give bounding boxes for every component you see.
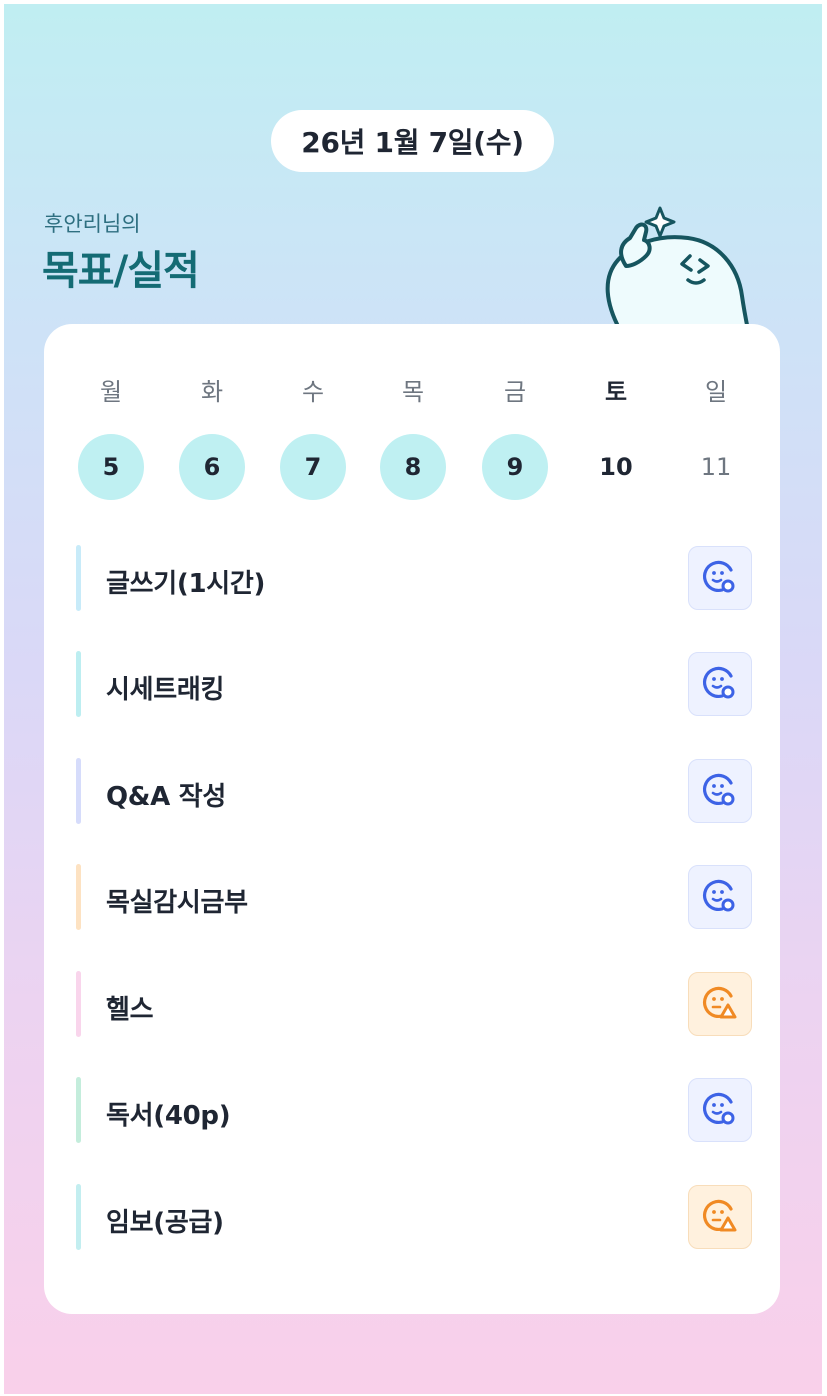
app-screen: 26년 1월 7일(수) 후안리님의 목표/실적 월 화 수 목 금 토 일 5… (4, 4, 822, 1394)
date-text: 26년 1월 7일(수) (301, 126, 524, 159)
goal-row[interactable]: 임보(공급) (76, 1184, 752, 1250)
goal-label: 독서(40p) (106, 1101, 231, 1131)
goal-row[interactable]: 시세트래킹 (76, 651, 752, 717)
goal-label: 시세트래킹 (106, 675, 225, 705)
weekday-label: 금 (503, 378, 527, 406)
goal-color-bar (76, 651, 81, 717)
goal-row[interactable]: 글쓰기(1시간) (76, 545, 752, 611)
goal-status-button[interactable] (688, 1078, 752, 1142)
goal-status-button[interactable] (688, 759, 752, 823)
neutral-face-triangle-icon (703, 986, 737, 1019)
goal-label: 목실감시금부 (106, 888, 248, 918)
neutral-face-triangle-icon (703, 1199, 737, 1232)
goal-label: 글쓰기(1시간) (106, 569, 266, 599)
goal-color-bar (76, 758, 81, 824)
day-number-button[interactable]: 6 (179, 434, 245, 500)
day-number-button[interactable]: 8 (380, 434, 446, 500)
page-subtitle: 후안리님의 (44, 212, 141, 236)
goal-color-bar (76, 1184, 81, 1250)
day-number-button[interactable]: 9 (482, 434, 548, 500)
weekday-label: 화 (200, 378, 224, 406)
goal-color-bar (76, 545, 81, 611)
mascot-character-icon (605, 206, 750, 330)
smile-face-o-icon (703, 666, 735, 699)
goal-status-button[interactable] (688, 972, 752, 1036)
day-number-button[interactable]: 7 (280, 434, 346, 500)
smile-face-o-icon (703, 773, 735, 806)
goal-row[interactable]: Q&A 작성 (76, 758, 752, 824)
goal-status-button[interactable] (688, 652, 752, 716)
day-number-button[interactable]: 5 (78, 434, 144, 500)
goal-row[interactable]: 독서(40p) (76, 1077, 752, 1143)
goal-status-button[interactable] (688, 865, 752, 929)
goal-label: 헬스 (106, 995, 154, 1025)
goal-color-bar (76, 1077, 81, 1143)
weekday-label: 월 (99, 378, 123, 406)
goal-label: Q&A 작성 (106, 782, 226, 812)
goal-row[interactable]: 목실감시금부 (76, 864, 752, 930)
goal-card: 월 화 수 목 금 토 일 5 6 7 8 9 10 11 글쓰기(1시간) 시… (44, 324, 780, 1314)
smile-face-o-icon (703, 879, 735, 912)
smile-face-o-icon (703, 560, 735, 593)
page-title: 목표/실적 (42, 248, 200, 294)
goal-status-button[interactable] (688, 546, 752, 610)
smile-face-o-icon (703, 1092, 735, 1125)
goal-color-bar (76, 864, 81, 930)
weekday-label: 목 (401, 378, 425, 406)
weekday-label: 일 (704, 378, 728, 406)
goal-row[interactable]: 헬스 (76, 971, 752, 1037)
goal-color-bar (76, 971, 81, 1037)
weekday-label: 수 (301, 378, 325, 406)
goal-status-button[interactable] (688, 1185, 752, 1249)
day-number-button[interactable]: 10 (583, 434, 649, 500)
goal-label: 임보(공급) (106, 1208, 224, 1238)
day-number-button[interactable]: 11 (683, 434, 749, 500)
date-pill[interactable]: 26년 1월 7일(수) (271, 110, 554, 172)
weekday-label: 토 (604, 378, 628, 406)
